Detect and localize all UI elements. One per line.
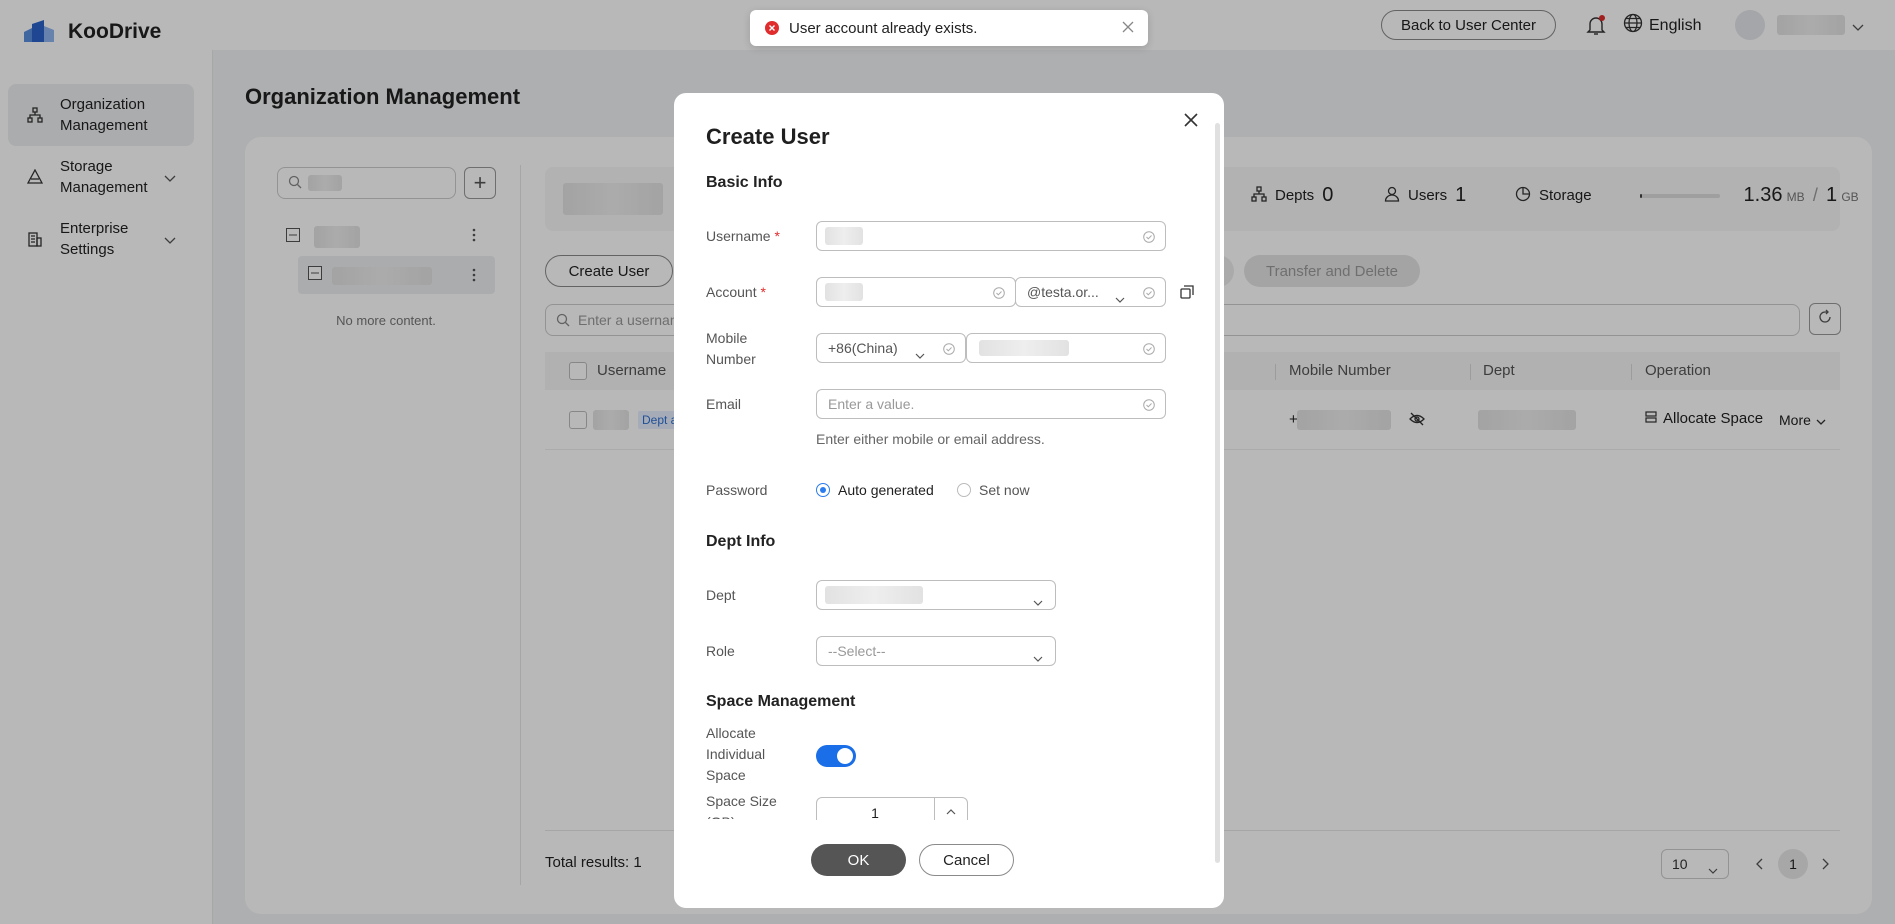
- email-label: Email: [706, 396, 742, 412]
- section-dept-info: Dept Info: [706, 533, 776, 550]
- close-icon[interactable]: [1122, 20, 1134, 37]
- error-icon: [765, 21, 779, 35]
- email-placeholder: Enter a value.: [828, 396, 915, 412]
- allocate-space-label: Allocate Individual Space: [706, 725, 766, 783]
- check-circle-icon: [1143, 230, 1155, 246]
- radio-label: Auto generated: [838, 482, 934, 498]
- stepper-controls[interactable]: [934, 798, 967, 820]
- redacted-text: [825, 227, 863, 245]
- radio-unselected: [957, 483, 971, 497]
- password-label: Password: [706, 482, 768, 498]
- redacted-text: [825, 586, 923, 604]
- radio-selected: [816, 483, 830, 497]
- username-label-text: Username: [706, 228, 771, 244]
- role-placeholder: --Select--: [828, 643, 886, 659]
- country-code-select[interactable]: +86(China): [816, 333, 966, 363]
- username-label: Username *: [706, 226, 780, 247]
- check-circle-icon: [1143, 342, 1155, 358]
- check-circle-icon: [1143, 286, 1155, 302]
- username-input[interactable]: [816, 221, 1166, 251]
- mobile-number-input[interactable]: [966, 333, 1166, 363]
- password-set-now-radio[interactable]: Set now: [957, 482, 1030, 498]
- scrollbar[interactable]: [1215, 123, 1220, 863]
- chevron-down-icon: [1033, 649, 1043, 665]
- chevron-down-icon: [1115, 290, 1125, 306]
- account-domain-value: @testa.or...: [1027, 284, 1099, 300]
- ok-button[interactable]: OK: [811, 844, 906, 876]
- account-label-text: Account: [706, 284, 757, 300]
- role-select[interactable]: --Select--: [816, 636, 1056, 666]
- section-basic-info: Basic Info: [706, 174, 783, 191]
- country-code-value: +86(China): [828, 340, 898, 356]
- account-input[interactable]: [816, 277, 1016, 307]
- space-size-stepper[interactable]: 1: [816, 797, 968, 821]
- allocate-space-toggle[interactable]: [816, 745, 856, 767]
- cancel-button[interactable]: Cancel: [919, 844, 1014, 876]
- check-circle-icon: [1143, 398, 1155, 414]
- required-mark: *: [774, 228, 780, 244]
- radio-label: Set now: [979, 482, 1030, 498]
- chevron-up-icon[interactable]: [946, 802, 956, 818]
- check-circle-icon: [993, 286, 1005, 302]
- required-mark: *: [760, 284, 766, 300]
- toast-message: User account already exists.: [789, 19, 978, 37]
- section-space-management: Space Management: [706, 693, 856, 710]
- redacted-text: [979, 340, 1069, 356]
- account-domain-select[interactable]: @testa.or...: [1015, 277, 1166, 307]
- close-icon[interactable]: [1183, 112, 1199, 133]
- error-toast: User account already exists.: [750, 10, 1148, 46]
- dept-select[interactable]: [816, 580, 1056, 610]
- check-circle-icon: [943, 342, 955, 358]
- role-label: Role: [706, 643, 735, 659]
- dept-label: Dept: [706, 587, 736, 603]
- mobile-label: Mobile Number: [706, 330, 756, 367]
- email-input[interactable]: Enter a value.: [816, 389, 1166, 419]
- chevron-down-icon: [915, 346, 925, 362]
- contact-hint: Enter either mobile or email address.: [816, 431, 1045, 447]
- dialog-title: Create User: [706, 124, 830, 149]
- account-label: Account *: [706, 282, 766, 303]
- space-size-value: 1: [871, 805, 879, 821]
- redacted-text: [825, 283, 863, 301]
- password-auto-radio[interactable]: Auto generated: [816, 482, 934, 498]
- copy-icon[interactable]: [1180, 285, 1194, 304]
- space-size-label: Space Size (GB): [706, 793, 777, 819]
- chevron-down-icon: [1033, 593, 1043, 609]
